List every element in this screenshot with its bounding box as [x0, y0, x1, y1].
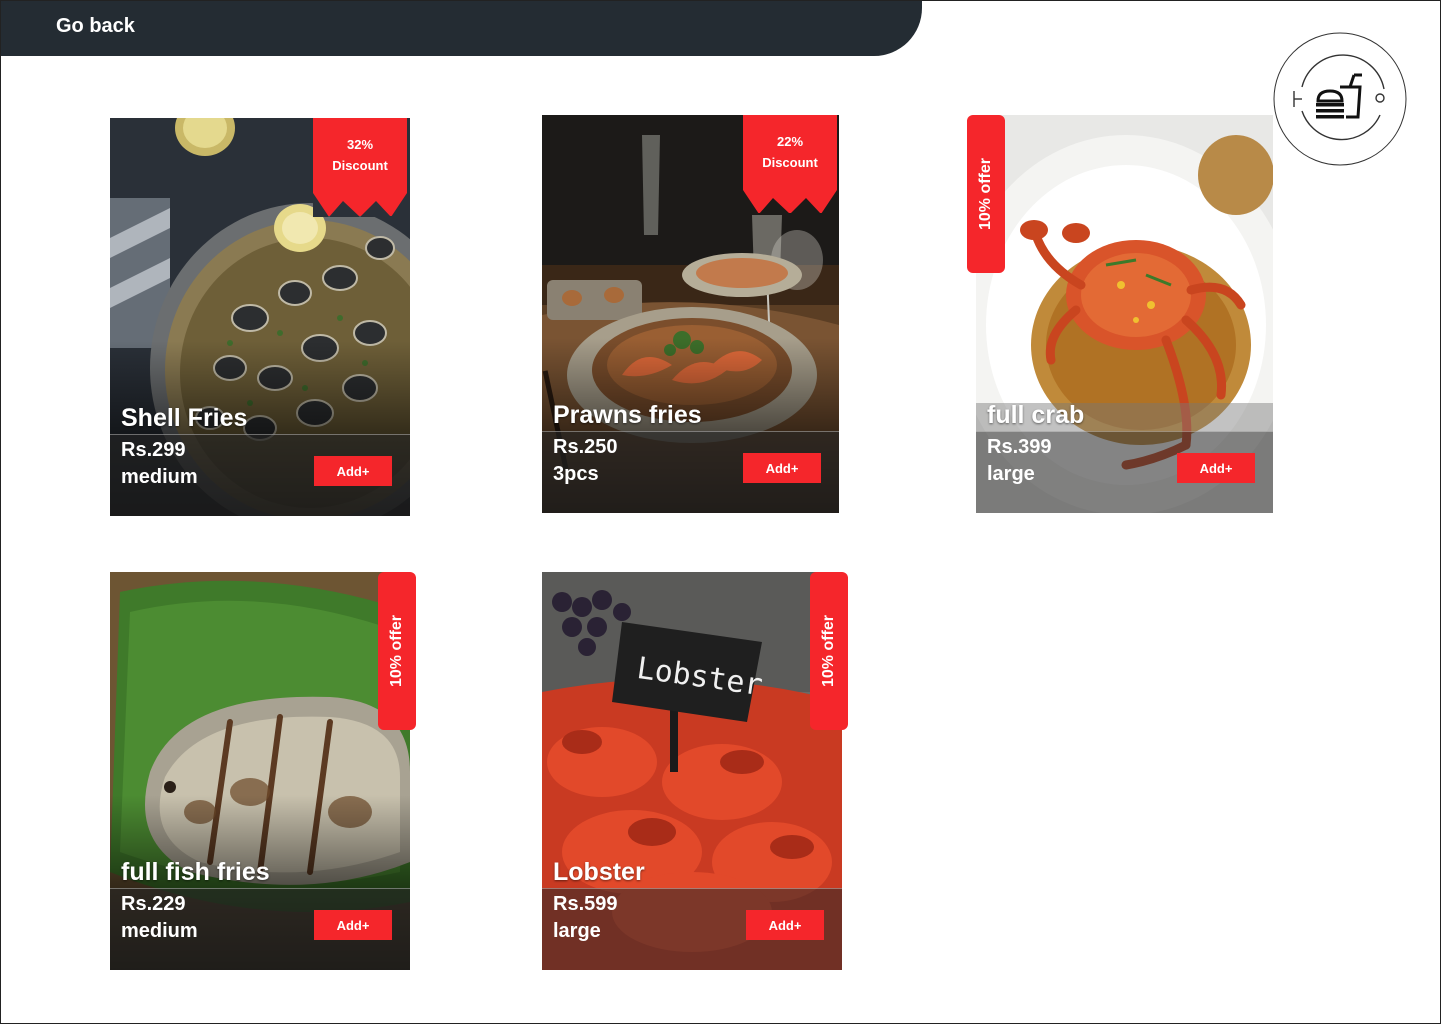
item-name: Lobster: [553, 858, 645, 886]
item-name: Shell Fries: [121, 404, 248, 432]
item-price: Rs.229: [121, 893, 186, 915]
top-bar: Go back: [1, 1, 922, 56]
item-size: medium: [121, 920, 198, 942]
item-size: 3pcs: [553, 463, 599, 485]
ribbon-notch: [743, 190, 837, 214]
item-size: large: [553, 920, 601, 942]
item-price: Rs.599: [553, 893, 618, 915]
offer-label: 10% offer: [820, 614, 837, 688]
item-name: Prawns fries: [553, 401, 702, 429]
menu-card[interactable]: Prawns fries Rs.250 3pcs Add+ 22% Discou…: [542, 115, 839, 513]
add-to-cart-button[interactable]: Add+: [314, 456, 392, 486]
add-to-cart-button[interactable]: Add+: [746, 910, 824, 940]
offer-tag: 10% offer: [810, 572, 848, 730]
add-to-cart-button[interactable]: Add+: [314, 910, 392, 940]
item-name: full crab: [987, 401, 1085, 429]
menu-card[interactable]: full fish fries Rs.229 medium Add+: [110, 572, 410, 970]
burger-drink-icon: [1273, 32, 1407, 166]
add-to-cart-button[interactable]: Add+: [743, 453, 821, 483]
offer-tag: 10% offer: [378, 572, 416, 730]
discount-badge: 32% Discount: [313, 118, 407, 217]
menu-card[interactable]: full crab Rs.399 large Add+: [976, 115, 1273, 513]
go-back-link[interactable]: Go back: [56, 15, 135, 38]
discount-badge: 22% Discount: [743, 115, 837, 214]
page-frame: Go back Shell Fries Rs.299 medium Add+ 3…: [0, 0, 1441, 1024]
offer-label: 10% offer: [388, 614, 405, 688]
item-size: medium: [121, 466, 198, 488]
ribbon-notch: [313, 193, 407, 217]
discount-percent: 22%: [776, 134, 804, 149]
discount-label: Discount: [332, 158, 388, 173]
offer-tag: 10% offer: [967, 115, 1005, 273]
item-name: full fish fries: [121, 858, 270, 886]
discount-percent: 32%: [346, 137, 374, 152]
item-price: Rs.399: [987, 436, 1052, 458]
item-price: Rs.250: [553, 436, 618, 458]
add-to-cart-button[interactable]: Add+: [1177, 453, 1255, 483]
logo[interactable]: [1272, 31, 1408, 167]
menu-card[interactable]: Lobster Lobster Rs.599 large Add+: [542, 572, 842, 970]
offer-label: 10% offer: [977, 157, 994, 231]
item-price: Rs.299: [121, 439, 186, 461]
item-size: large: [987, 463, 1035, 485]
discount-label: Discount: [762, 155, 818, 170]
menu-card[interactable]: Shell Fries Rs.299 medium Add+ 32% Disco…: [110, 118, 410, 516]
